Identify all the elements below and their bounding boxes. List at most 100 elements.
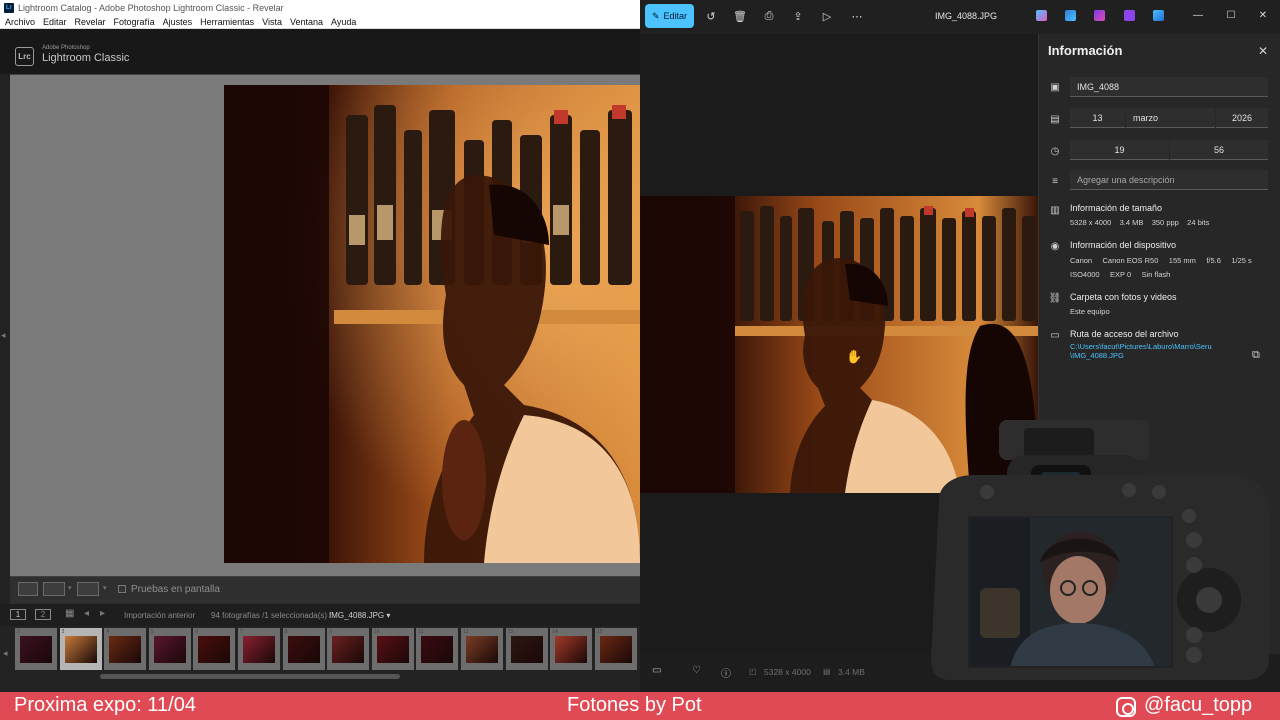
path-line1[interactable]: C:\Users\facut\Pictures\Laburo\Marro\Ser… (1070, 342, 1212, 351)
thumbnail-number: 10 (373, 629, 380, 635)
thumbnail-number: 7 (240, 629, 243, 635)
filmstrip-thumbnail[interactable]: 7 (238, 628, 280, 670)
maximize-icon[interactable]: ☐ (1224, 8, 1238, 22)
filmstrip-thumbnail[interactable]: 12 (461, 628, 503, 670)
thumbnail-image (376, 636, 409, 663)
lightroom-app-icon: Lr (4, 2, 14, 13)
menu-herramientas[interactable]: Herramientas (200, 17, 254, 27)
name-field[interactable]: IMG_4088 (1070, 77, 1268, 97)
forward-arrow-icon[interactable]: ▸ (100, 608, 105, 619)
filmstrip-thumbnail[interactable]: 8 (282, 628, 325, 670)
close-window-icon[interactable]: ✕ (1256, 8, 1270, 22)
back-arrow-icon[interactable]: ◂ (84, 608, 89, 619)
filmstrip-thumbnail[interactable]: 5 (148, 628, 191, 670)
soft-proof-checkbox[interactable] (118, 585, 126, 593)
path-line2[interactable]: \IMG_4088.JPG (1070, 351, 1124, 360)
left-panel-arrow-icon[interactable]: ◂ (1, 330, 6, 341)
slideshow-icon[interactable]: ▷ (820, 9, 834, 23)
menu-ventana[interactable]: Ventana (290, 17, 323, 27)
date-day-field[interactable]: 13 (1070, 108, 1125, 128)
thumbnail-image (421, 636, 454, 663)
photo-filename: IMG_4088.JPG (935, 11, 998, 21)
loupe-view-button[interactable] (18, 582, 38, 596)
device-info-line2: ISO4000 EXP 0 Sin flash (1070, 270, 1171, 279)
copy-path-icon[interactable]: ⧉ (1252, 349, 1260, 362)
delete-icon[interactable]: 🗑 (733, 9, 747, 23)
menu-ayuda[interactable]: Ayuda (331, 17, 356, 27)
filmstrip-thumbnail[interactable]: 11 (416, 628, 459, 670)
left-panel-collapsed[interactable]: ◂ (0, 74, 10, 604)
time-hour-field[interactable]: 19 (1070, 140, 1169, 160)
more-options-icon[interactable]: ⋯ (850, 9, 864, 23)
soft-proof-label: Pruebas en pantalla (131, 584, 220, 595)
description-field[interactable]: Agregar una descripción (1070, 170, 1268, 190)
rotate-icon[interactable]: ↺ (704, 9, 718, 23)
webcam-feed (968, 516, 1173, 668)
filmstrip-thumbnail[interactable]: 9 (327, 628, 370, 670)
compare-dropdown-icon[interactable]: ▾ (68, 584, 72, 592)
date-month-field[interactable]: marzo (1126, 108, 1215, 128)
onedrive-icon[interactable] (1153, 10, 1164, 21)
designer-icon[interactable] (1065, 10, 1076, 21)
calendar-icon: ▤ (1050, 113, 1060, 125)
menu-archivo[interactable]: Archivo (5, 17, 35, 27)
minimize-icon[interactable]: — (1191, 8, 1205, 22)
menu-vista[interactable]: Vista (262, 17, 282, 27)
thumbnail-number: 5 (150, 629, 154, 635)
size-info-details: 5328 x 4000 3.4 MB 350 ppp 24 bits (1070, 218, 1210, 227)
compare-view-button[interactable] (43, 582, 65, 596)
edit-pencil-icon: ✎ (651, 10, 660, 21)
filmstrip-thumbnail[interactable]: 2 (15, 628, 57, 670)
instagram-icon (1116, 697, 1136, 717)
display-1-button[interactable]: 1 (10, 609, 26, 620)
display-2-button[interactable]: 2 (35, 609, 51, 620)
time-minute-field[interactable]: 56 (1170, 140, 1268, 160)
edit-label: Editar (663, 11, 688, 21)
thumbnail-number: 9 (329, 629, 332, 635)
filmstrip-filename[interactable]: IMG_4088.JPG ▾ (329, 611, 390, 620)
filmstrip-count: 94 fotografías /1 seleccionada(s) / (211, 611, 332, 620)
clock-icon: ◷ (1050, 145, 1060, 157)
thumbnail-image (64, 636, 97, 663)
device-info-line1: Canon Canon EOS R50 155 mm f/5.6 1/25 s (1070, 256, 1252, 265)
menu-ajustes[interactable]: Ajustes (163, 17, 193, 27)
lightroom-menubar: Archivo Editar Revelar Fotografía Ajuste… (0, 15, 640, 29)
filmstrip-thumbnail[interactable]: 14 (550, 628, 593, 670)
thumbnail-image (599, 636, 632, 663)
thumbnail-image (109, 636, 142, 663)
filesize-icon: ▤ (823, 667, 831, 676)
share-icon[interactable]: ⇪ (791, 9, 805, 23)
menu-fotografia[interactable]: Fotografía (114, 17, 155, 27)
print-icon[interactable]: ⎙ (762, 9, 776, 23)
menu-revelar[interactable]: Revelar (75, 17, 106, 27)
copilot-icon[interactable] (1036, 10, 1047, 21)
filmstrip-thumbnail[interactable]: 3 (59, 628, 102, 670)
thumbnail-number: 2 (17, 629, 20, 635)
info-circle-icon[interactable]: ⓘ (721, 665, 731, 680)
filmstrip-left-arrow-icon[interactable]: ◂ (3, 648, 8, 659)
clipchamp-icon[interactable] (1094, 10, 1105, 21)
date-year-field[interactable]: 2026 (1216, 108, 1268, 128)
app-purple-icon[interactable] (1124, 10, 1135, 21)
menu-editar[interactable]: Editar (43, 17, 67, 27)
thumbnail-image (20, 636, 52, 663)
info-close-icon[interactable]: ✕ (1258, 44, 1268, 58)
webcam-person-graphic (970, 518, 1171, 666)
pan-hand-cursor-icon: ✋ (846, 349, 863, 364)
thumbnail-number: 4 (106, 629, 109, 635)
filmstrip-thumbnail[interactable]: 10 (371, 628, 414, 670)
filmstrip-thumbnail[interactable]: 15 (594, 628, 637, 670)
filmstrip-source[interactable]: Importación anterior (124, 611, 195, 620)
thumbnail-number: 8 (284, 629, 288, 635)
before-after-button[interactable] (77, 582, 99, 596)
filmstrip-thumbnail[interactable]: 4 (104, 628, 147, 670)
grid-icon[interactable]: ▦ (65, 608, 74, 619)
before-after-dropdown-icon[interactable]: ▾ (103, 584, 107, 592)
filmstrip-thumbnail[interactable]: 13 (505, 628, 548, 670)
favorite-heart-icon[interactable]: ♡ (692, 665, 701, 676)
edit-button[interactable]: ✎ Editar (645, 4, 694, 28)
filmstrip-toggle-icon[interactable]: ▭ (652, 665, 661, 676)
develop-photo[interactable] (224, 85, 640, 563)
filmstrip-thumbnail[interactable]: 6 (193, 628, 236, 670)
filmstrip-scrollbar[interactable] (100, 674, 400, 679)
